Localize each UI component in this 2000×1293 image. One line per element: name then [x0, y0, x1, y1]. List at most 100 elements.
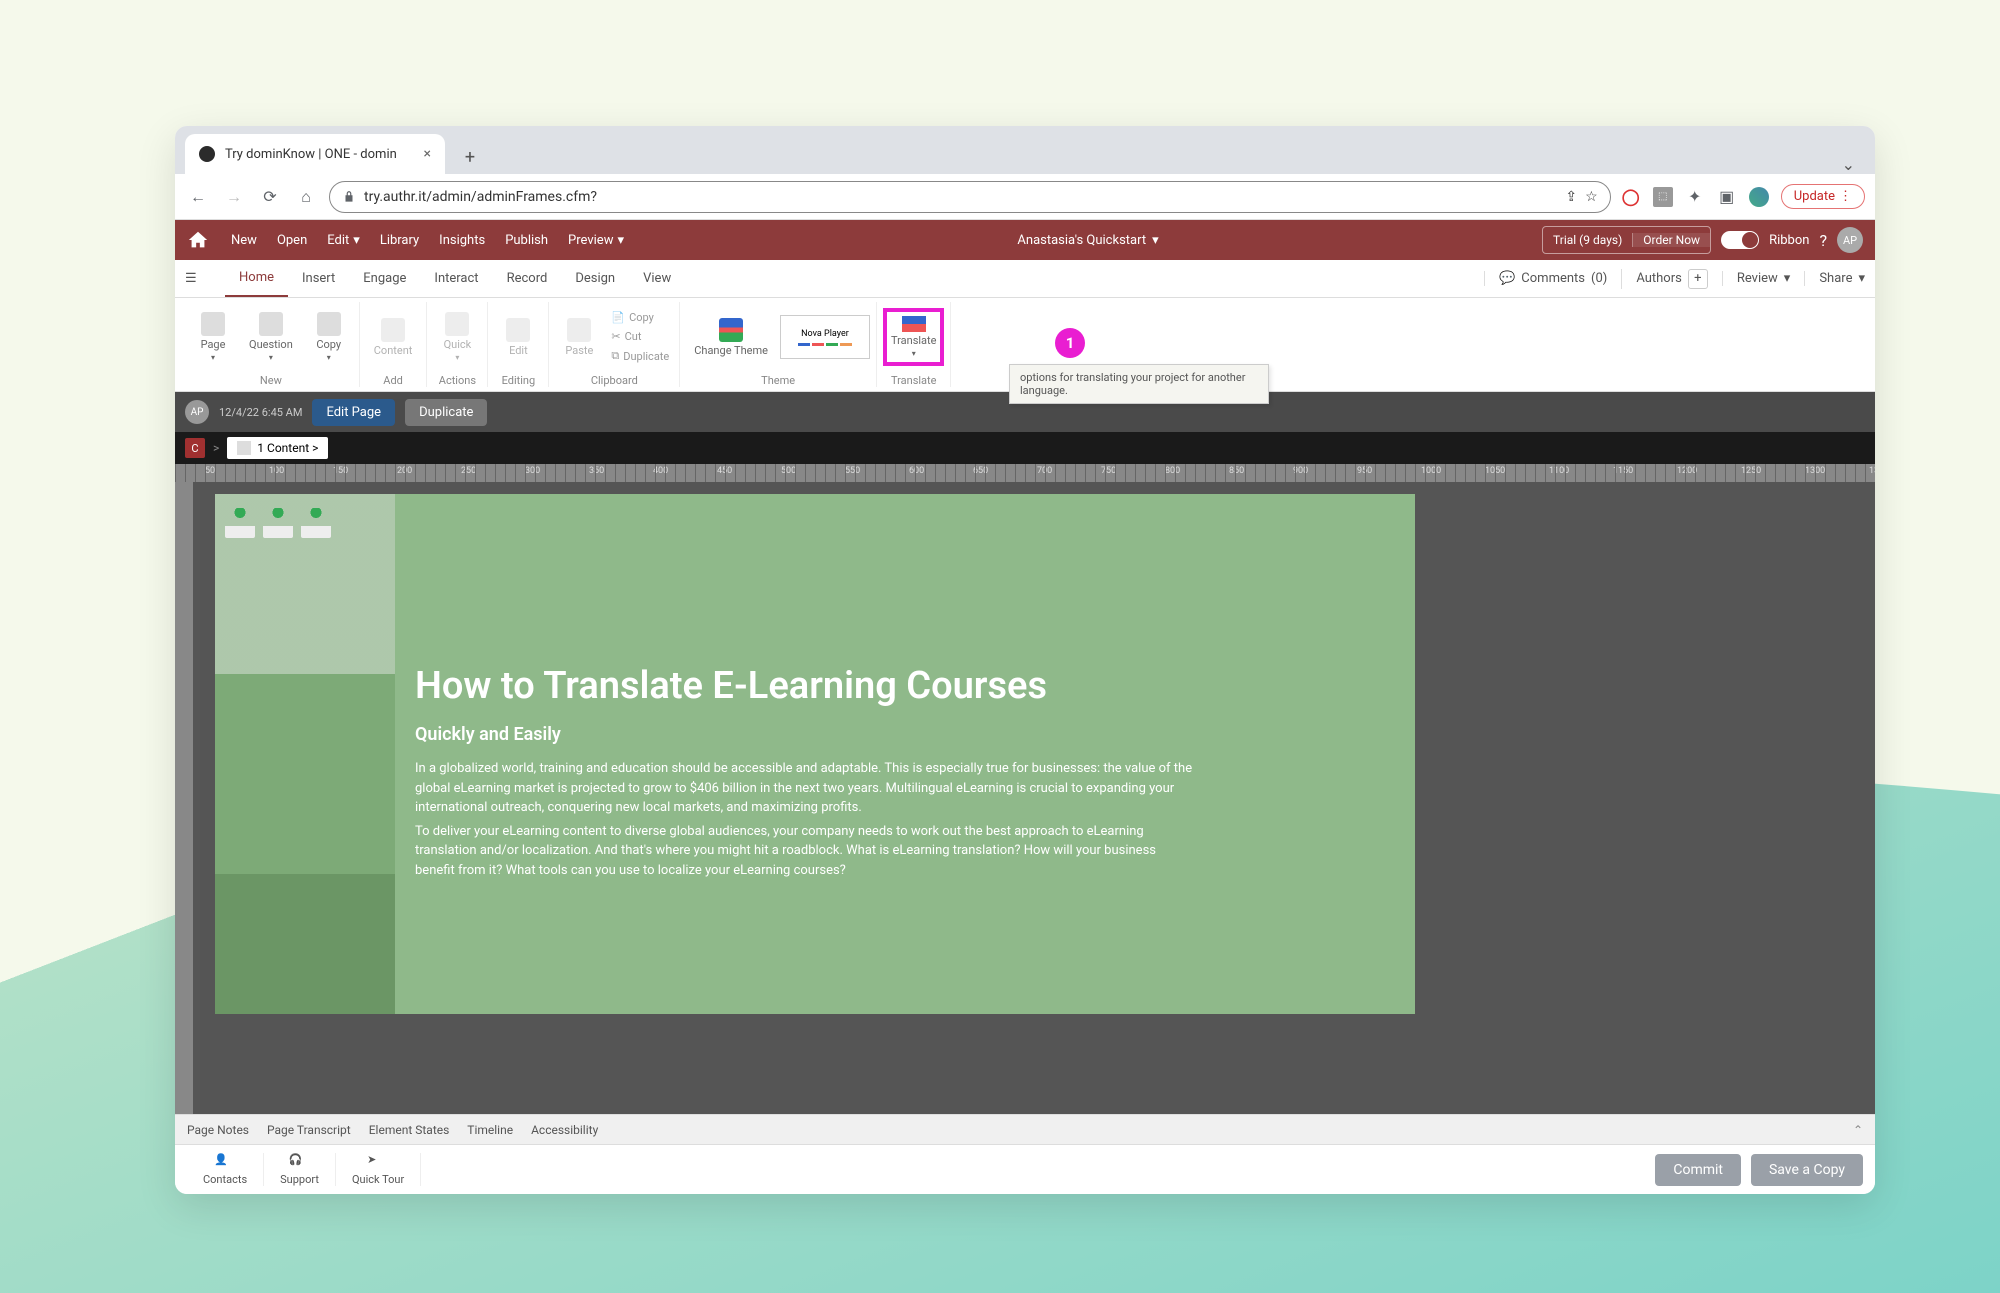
- bottom-tab[interactable]: Timeline: [467, 1123, 513, 1137]
- tab-design[interactable]: Design: [561, 260, 629, 297]
- home-icon[interactable]: [187, 229, 209, 251]
- forward-button[interactable]: →: [221, 184, 247, 210]
- home-button[interactable]: ⌂: [293, 184, 319, 210]
- extensions-icon[interactable]: ✦: [1685, 187, 1705, 207]
- url-input[interactable]: try.authr.it/admin/adminFrames.cfm? ⇪ ☆: [329, 181, 1611, 213]
- ribbon-group-theme: Theme: [761, 372, 795, 387]
- save-copy-button[interactable]: Save a Copy: [1751, 1154, 1863, 1186]
- trial-label: Trial (9 days): [1543, 233, 1632, 247]
- extension-icon[interactable]: ◯: [1621, 187, 1641, 207]
- page-paragraph[interactable]: In a globalized world, training and educ…: [415, 759, 1195, 818]
- close-icon[interactable]: ×: [424, 146, 431, 162]
- panel-icon[interactable]: ▣: [1717, 187, 1737, 207]
- duplicate-button[interactable]: Duplicate: [405, 399, 487, 426]
- lock-icon: [342, 190, 356, 204]
- ribbon-group-editing: Editing: [502, 372, 536, 387]
- menu-edit[interactable]: Edit▾: [317, 233, 370, 248]
- ribbon-page[interactable]: Page▾: [189, 308, 237, 366]
- share-icon[interactable]: ⇪: [1565, 189, 1577, 205]
- menu-library[interactable]: Library: [370, 233, 429, 248]
- ribbon-change-theme[interactable]: Change Theme: [686, 314, 776, 361]
- bottom-tab[interactable]: Accessibility: [531, 1123, 598, 1137]
- menu-insights[interactable]: Insights: [429, 233, 495, 248]
- user-avatar[interactable]: AP: [1837, 227, 1863, 253]
- bottom-tab[interactable]: Page Transcript: [267, 1123, 351, 1137]
- browser-window: Try dominKnow | ONE - domin × + ⌄ ← → ⟳ …: [175, 126, 1875, 1194]
- menu-new[interactable]: New: [221, 233, 267, 248]
- back-button[interactable]: ←: [185, 184, 211, 210]
- tab-engage[interactable]: Engage: [349, 260, 420, 297]
- tab-title: Try dominKnow | ONE - domin: [225, 147, 397, 162]
- breadcrumb-item[interactable]: 1 Content >: [227, 437, 328, 459]
- help-icon[interactable]: ?: [1819, 231, 1827, 250]
- theme-preview[interactable]: Nova Player: [780, 315, 870, 359]
- menu-open[interactable]: Open: [267, 233, 317, 248]
- chevron-right-icon: >: [213, 441, 219, 455]
- bottom-toolbar: 👤Contacts 🎧Support ➤Quick Tour Commit Sa…: [175, 1144, 1875, 1194]
- browser-tab[interactable]: Try dominKnow | ONE - domin ×: [185, 134, 445, 174]
- ribbon-group-clipboard: Clipboard: [591, 372, 638, 387]
- ribbon-copy[interactable]: Copy▾: [305, 308, 353, 366]
- page-subheading[interactable]: Quickly and Easily: [415, 724, 1375, 745]
- tab-favicon: [199, 146, 215, 162]
- add-author-button[interactable]: +: [1688, 269, 1708, 289]
- breadcrumb-bar: C > 1 Content >: [175, 432, 1875, 464]
- timestamp: 12/4/22 6:45 AM: [219, 406, 302, 419]
- page-canvas[interactable]: How to Translate E-Learning Courses Quic…: [215, 494, 1415, 1014]
- tab-interact[interactable]: Interact: [420, 260, 492, 297]
- ribbon-toggle[interactable]: [1721, 231, 1759, 249]
- vertical-ruler: [175, 482, 193, 1114]
- editor-avatar: AP: [185, 400, 209, 424]
- ribbon-group-new: New: [260, 372, 282, 387]
- reload-button[interactable]: ⟳: [257, 184, 283, 210]
- new-tab-button[interactable]: +: [453, 140, 487, 174]
- ribbon-content[interactable]: Content: [366, 314, 421, 361]
- ribbon-translate[interactable]: Translate ▾: [883, 308, 945, 366]
- browser-tab-bar: Try dominKnow | ONE - domin × + ⌄: [175, 126, 1875, 174]
- ribbon-duplicate[interactable]: ⧉Duplicate: [607, 347, 673, 365]
- collapse-icon[interactable]: ⌃: [1853, 1123, 1863, 1137]
- edit-page-button[interactable]: Edit Page: [312, 399, 395, 426]
- translate-tooltip: options for translating your project for…: [1009, 364, 1269, 404]
- update-button[interactable]: Update⋮: [1781, 184, 1865, 209]
- ribbon-edit[interactable]: Edit: [494, 314, 542, 361]
- extension-icon[interactable]: ⬚: [1653, 187, 1673, 207]
- tab-insert[interactable]: Insert: [288, 260, 349, 297]
- tab-view[interactable]: View: [629, 260, 685, 297]
- breadcrumb-root[interactable]: C: [185, 438, 205, 458]
- share-button[interactable]: Share▾: [1804, 271, 1865, 286]
- bottom-tab[interactable]: Page Notes: [187, 1123, 249, 1137]
- profile-icon[interactable]: [1749, 187, 1769, 207]
- quick-tour-button[interactable]: ➤Quick Tour: [336, 1153, 421, 1186]
- chevron-down-icon[interactable]: ⌄: [1842, 155, 1855, 174]
- menu-preview[interactable]: Preview▾: [558, 233, 634, 248]
- ribbon-quick[interactable]: Quick▾: [433, 308, 481, 366]
- page-heading[interactable]: How to Translate E-Learning Courses: [415, 664, 1375, 708]
- ribbon-copy2[interactable]: 📄Copy: [607, 309, 673, 326]
- page-hero-image: [215, 494, 395, 674]
- tab-home[interactable]: Home: [225, 260, 288, 297]
- trial-box[interactable]: Trial (9 days) Order Now: [1542, 226, 1711, 254]
- hamburger-icon[interactable]: ☰: [185, 271, 205, 286]
- ribbon-label: Ribbon: [1769, 233, 1809, 248]
- url-text: try.authr.it/admin/adminFrames.cfm?: [364, 189, 597, 205]
- browser-address-bar: ← → ⟳ ⌂ try.authr.it/admin/adminFrames.c…: [175, 174, 1875, 220]
- comments-button[interactable]: 💬 Comments (0): [1484, 271, 1607, 286]
- star-icon[interactable]: ☆: [1585, 189, 1598, 205]
- commit-button[interactable]: Commit: [1655, 1154, 1741, 1186]
- ribbon-paste[interactable]: Paste: [555, 314, 603, 361]
- review-button[interactable]: Review▾: [1722, 271, 1790, 286]
- menu-publish[interactable]: Publish: [495, 233, 558, 248]
- contacts-button[interactable]: 👤Contacts: [187, 1153, 264, 1186]
- project-title[interactable]: Anastasia's Quickstart▾: [634, 233, 1542, 248]
- order-now-button[interactable]: Order Now: [1632, 233, 1710, 247]
- support-button[interactable]: 🎧Support: [264, 1153, 336, 1186]
- authors-button[interactable]: Authors +: [1621, 269, 1708, 289]
- bottom-tab[interactable]: Element States: [369, 1123, 450, 1137]
- ribbon-cut[interactable]: ✂Cut: [607, 328, 673, 345]
- tab-record[interactable]: Record: [493, 260, 562, 297]
- comment-icon: 💬: [1499, 271, 1515, 286]
- page-paragraph[interactable]: To deliver your eLearning content to div…: [415, 822, 1195, 881]
- canvas-area: 5010015020025030035040045050055060065070…: [175, 464, 1875, 1114]
- ribbon-question[interactable]: Question▾: [241, 308, 301, 366]
